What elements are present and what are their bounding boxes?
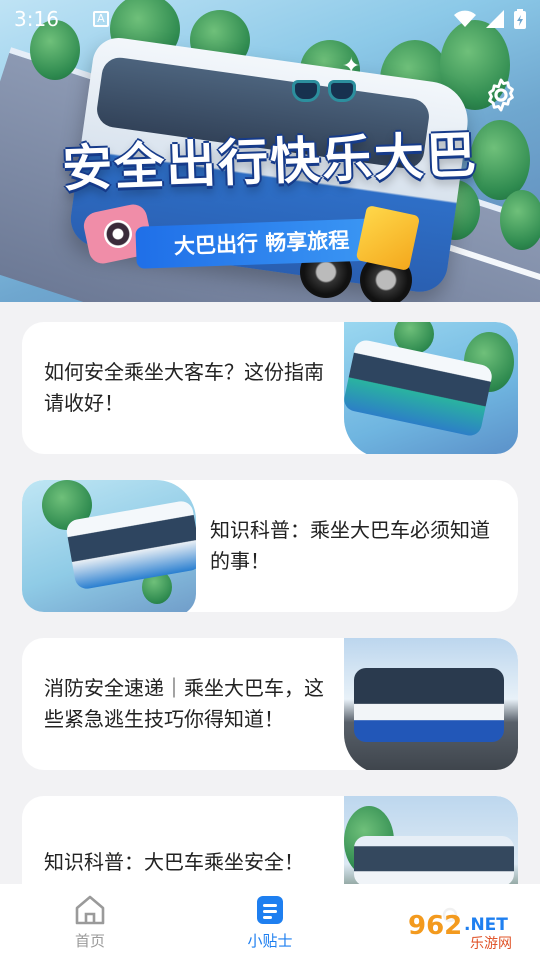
article-title: 如何安全乘坐大客车？这份指南请收好！ (44, 360, 324, 415)
home-icon (75, 895, 105, 924)
article-card[interactable]: 知识科普：乘坐大巴车必须知道的事！ (22, 480, 518, 612)
gear-icon[interactable] (482, 76, 520, 114)
status-icons (454, 9, 526, 29)
signal-icon (486, 10, 504, 28)
watermark-logo: 962 .NET 乐游网 (398, 906, 532, 952)
article-thumbnail (22, 480, 196, 612)
a-icon: A (92, 11, 109, 27)
article-card[interactable]: 消防安全速递｜乘坐大巴车，这些紧急逃生技巧你得知道！ (22, 638, 518, 770)
article-title: 消防安全速递｜乘坐大巴车，这些紧急逃生技巧你得知道！ (44, 676, 324, 731)
hero-subtitle-text: 大巴出行 畅享旅程 (173, 228, 350, 259)
tab-home-label: 首页 (74, 931, 105, 950)
article-thumbnail (344, 322, 518, 454)
hero-subtitle: 大巴出行 畅享旅程 (135, 204, 421, 271)
hero-banner: ✦ 安全出行快乐大巴 大巴出行 畅享旅程 (0, 0, 540, 302)
article-card[interactable]: 如何安全乘坐大客车？这份指南请收好！ (22, 322, 518, 454)
battery-icon (514, 9, 526, 29)
svg-text:.NET: .NET (464, 915, 508, 935)
app-screen: ✦ 安全出行快乐大巴 大巴出行 畅享旅程 3:16 A 如何安全乘坐大客车？这份… (0, 0, 540, 960)
sunglasses-icon (292, 80, 362, 106)
wifi-icon (454, 10, 476, 27)
document-icon (257, 895, 283, 924)
tab-tips[interactable]: 小贴士 (180, 884, 360, 960)
svg-text:乐游网: 乐游网 (470, 936, 512, 952)
sparkle-icon: ✦ (342, 54, 361, 79)
article-title: 知识科普：乘坐大巴车必须知道的事！ (210, 518, 490, 573)
tree-decoration (500, 190, 540, 250)
status-bar: 3:16 A (0, 0, 540, 38)
svg-text:962: 962 (408, 911, 462, 941)
tab-home[interactable]: 首页 (0, 884, 180, 960)
tab-tips-label: 小贴士 (247, 931, 293, 950)
article-thumbnail (344, 638, 518, 770)
status-time: 3:16 (14, 7, 59, 31)
